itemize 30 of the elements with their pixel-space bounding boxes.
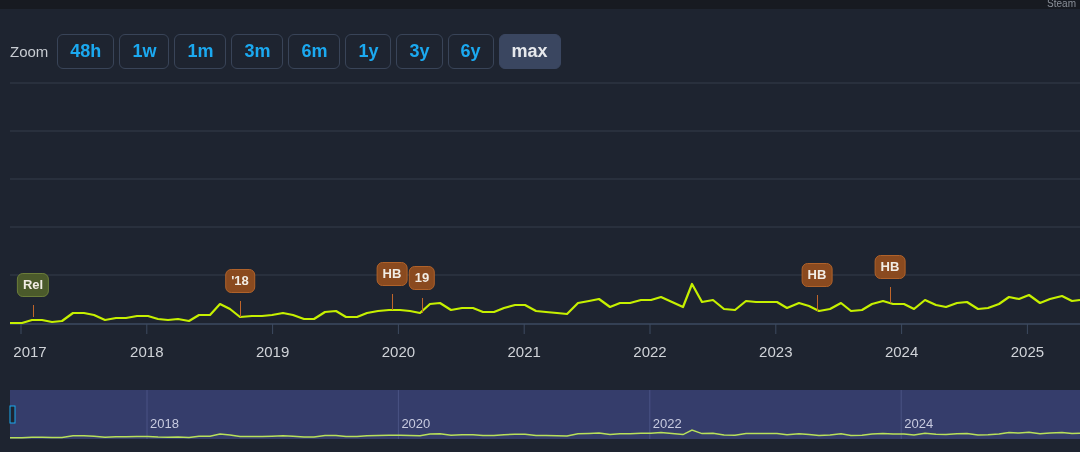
event-flag[interactable]: HB: [376, 262, 408, 286]
axis-label: 2023: [759, 343, 793, 360]
event-flag[interactable]: Rel: [16, 273, 50, 297]
axis-label: 2021: [507, 343, 541, 360]
zoom-button[interactable]: 3y: [396, 33, 443, 69]
zoom-button[interactable]: 6m: [288, 33, 341, 69]
axis-label: 2022: [633, 343, 667, 360]
event-flag[interactable]: 19: [408, 266, 436, 290]
zoom-button[interactable]: max: [498, 33, 561, 69]
navigator-label: 2018: [150, 416, 179, 431]
zoom-button[interactable]: 1w: [119, 33, 170, 69]
event-flag[interactable]: '18: [225, 269, 255, 293]
axis-label: 2017: [13, 343, 47, 360]
zoom-button[interactable]: 1y: [345, 33, 392, 69]
axis-label: 2024: [884, 343, 919, 360]
axis-label: 2018: [130, 343, 164, 360]
navigator-label: 2020: [401, 416, 431, 431]
event-flag[interactable]: HB: [874, 255, 906, 279]
axis-label: 2020: [381, 343, 416, 360]
event-flag[interactable]: HB: [801, 263, 833, 287]
zoom-button[interactable]: 3m: [231, 33, 284, 69]
zoom-button[interactable]: 1m: [174, 33, 227, 69]
navigator-label: 2022: [652, 416, 682, 431]
site-title: Steam: [1047, 0, 1076, 9]
navigator-label: 2024: [904, 416, 934, 431]
zoom-button[interactable]: 6y: [447, 33, 494, 69]
zoom-button[interactable]: 48h: [57, 33, 115, 69]
axis-label: 2025: [1010, 343, 1045, 360]
axis-label: 2019: [255, 343, 290, 360]
zoom-label: Zoom: [10, 42, 49, 60]
